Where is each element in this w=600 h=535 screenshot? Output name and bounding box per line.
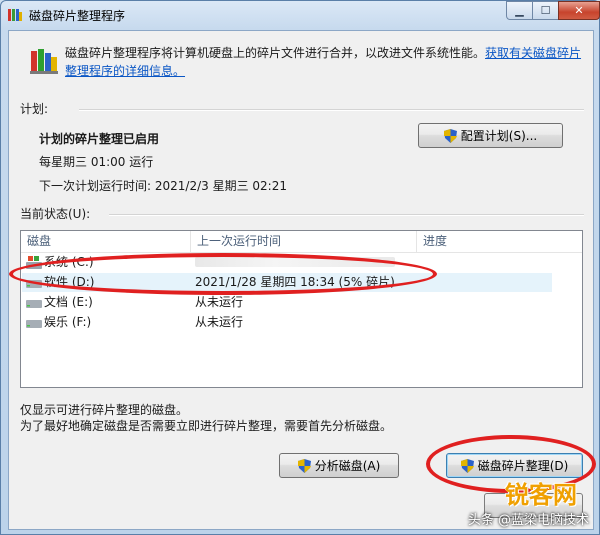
close-button[interactable]: ✕ (558, 1, 600, 20)
analyze-disk-button[interactable]: 分析磁盘(A) (279, 453, 399, 478)
defrag-window: 磁盘碎片整理程序 ▁ ☐ ✕ 磁盘碎片整理程序将计算机硬盘上的碎片文件进行合并，… (0, 0, 600, 535)
schedule-group-label: 计划: (20, 102, 49, 116)
disk-row-e[interactable]: 文档 (E:) 从未运行 (22, 293, 552, 312)
drive-icon (26, 320, 42, 328)
intro-description: 磁盘碎片整理程序将计算机硬盘上的碎片文件进行合并，以改进文件系统性能。获取有关磁… (65, 44, 585, 80)
maximize-icon: ☐ (540, 4, 551, 17)
disk-list-header: 磁盘 上一次运行时间 进度 (21, 231, 582, 253)
schedule-next-run: 下一次计划运行时间: 2021/2/3 星期三 02:21 (39, 179, 287, 193)
disk-last-run: 从未运行 (195, 315, 244, 329)
configure-schedule-button[interactable]: 配置计划(S)... (418, 123, 563, 148)
disk-last-run: 从未运行 (195, 295, 244, 309)
watermark-credit: 头条 @蓝梁电脑技术 (467, 513, 589, 528)
intro-text: 磁盘碎片整理程序将计算机硬盘上的碎片文件进行合并，以改进文件系统性能。 (65, 46, 486, 60)
note-line-1: 仅显示可进行碎片整理的磁盘。 (20, 403, 189, 417)
schedule-separator (79, 109, 584, 111)
note-line-2: 为了最好地确定磁盘是否需要立即进行碎片整理，需要首先分析磁盘。 (20, 419, 393, 433)
maximize-button[interactable]: ☐ (532, 1, 559, 20)
schedule-frequency: 每星期三 01:00 运行 (39, 155, 154, 169)
close-icon: ✕ (574, 4, 584, 17)
minimize-button[interactable]: ▁ (506, 1, 533, 20)
disk-row-f[interactable]: 娱乐 (F:) 从未运行 (22, 313, 552, 332)
current-status-separator (109, 214, 584, 216)
column-header-disk[interactable]: 磁盘 (21, 231, 191, 252)
uac-shield-icon (443, 128, 457, 143)
minimize-icon: ▁ (515, 4, 524, 17)
title-bar[interactable]: 磁盘碎片整理程序 ▁ ☐ ✕ (1, 1, 600, 29)
schedule-status: 计划的碎片整理已启用 (39, 132, 160, 146)
highlight-ellipse-row (9, 253, 437, 295)
defrag-illustration-icon (30, 49, 58, 74)
current-status-label: 当前状态(U): (20, 207, 91, 221)
disk-name: 娱乐 (F:) (44, 315, 92, 329)
analyze-disk-label: 分析磁盘(A) (314, 459, 381, 473)
watermark-brand: 锐客网 (505, 481, 577, 509)
configure-schedule-label: 配置计划(S)... (460, 129, 538, 143)
drive-icon (26, 300, 42, 308)
defrag-app-icon (8, 9, 22, 21)
uac-shield-icon (297, 458, 311, 473)
column-header-last-run[interactable]: 上一次运行时间 (191, 231, 417, 252)
column-header-progress[interactable]: 进度 (417, 231, 583, 252)
disk-name: 文档 (E:) (44, 295, 93, 309)
window-title: 磁盘碎片整理程序 (29, 9, 126, 23)
